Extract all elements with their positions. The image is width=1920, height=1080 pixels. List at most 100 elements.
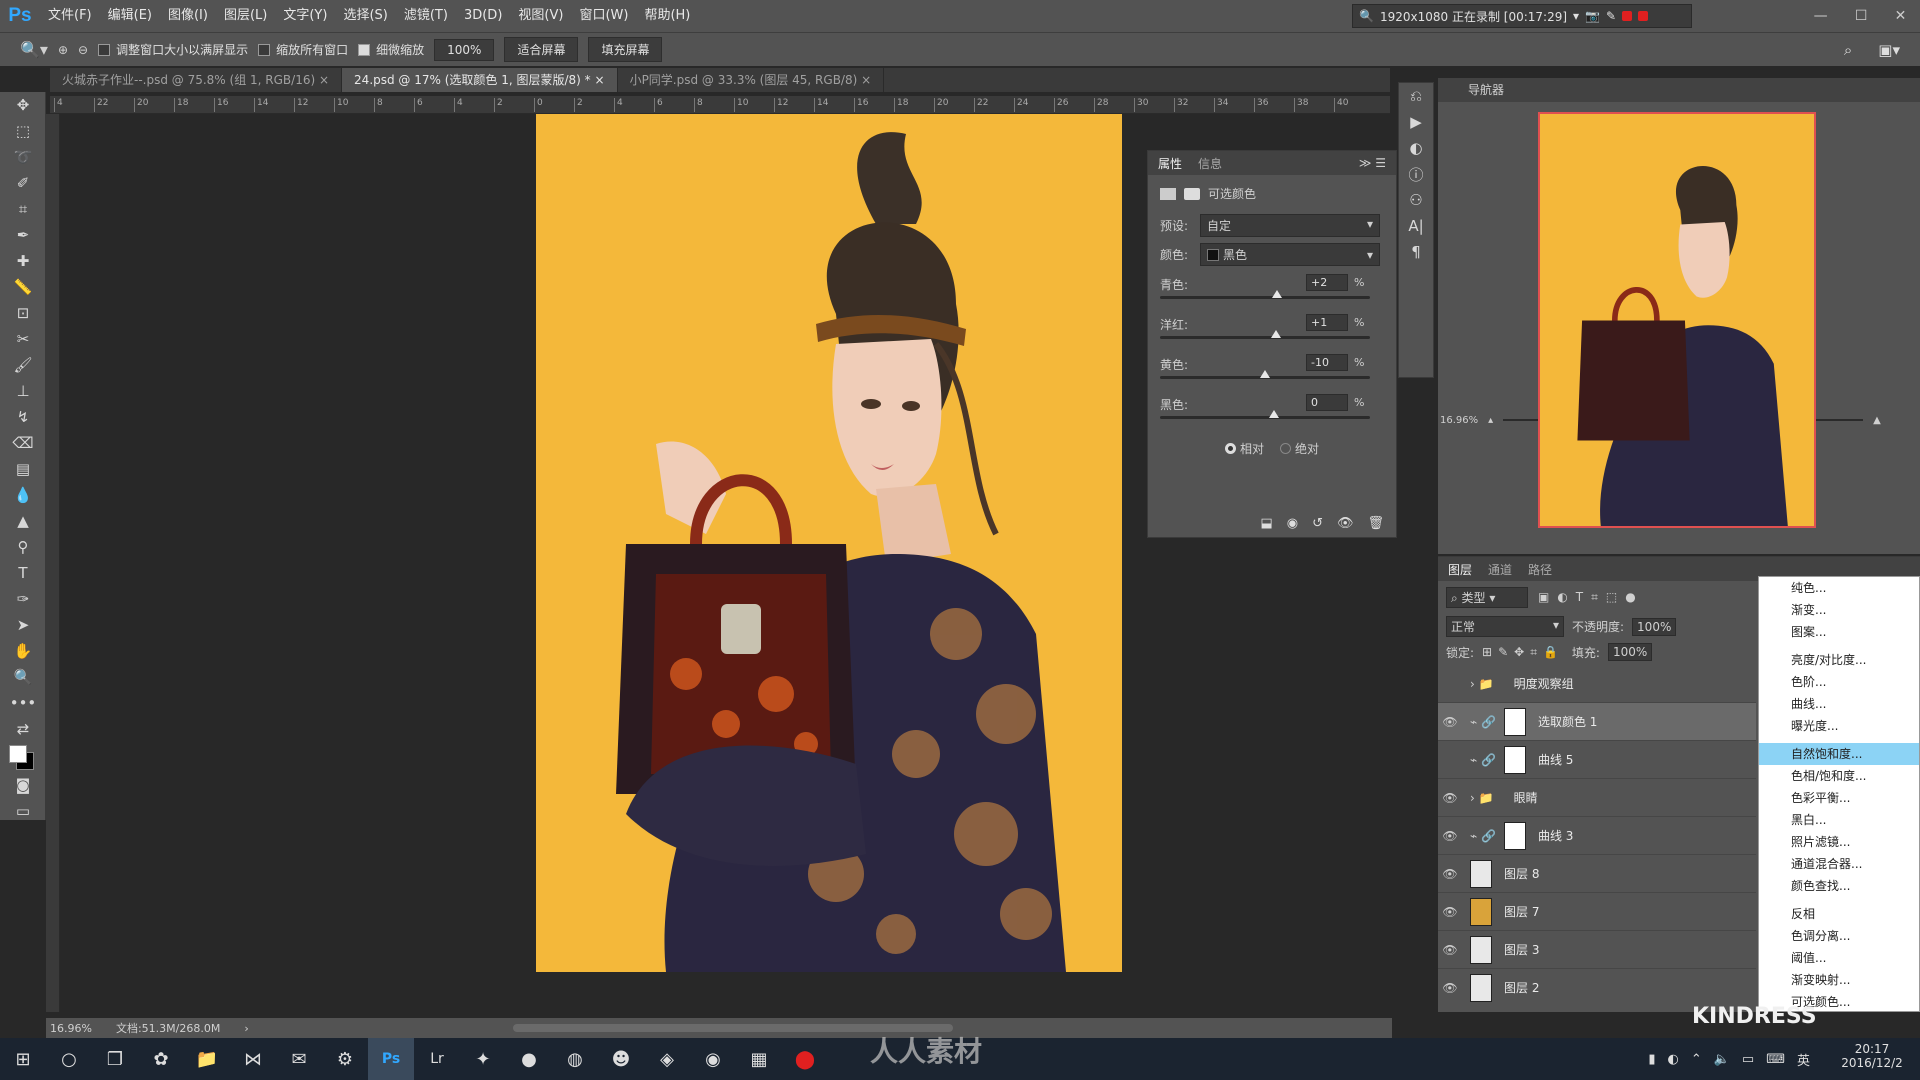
blur-tool-icon[interactable]: 💧 — [0, 482, 46, 508]
zoom-100-button[interactable]: 100% — [434, 38, 495, 61]
windows-start-icon[interactable]: ⊞ — [0, 1038, 46, 1080]
layer-row[interactable]: › 📁 明度观察组 — [1438, 665, 1756, 703]
adjustment-menu-item[interactable]: 照片滤镜... — [1759, 831, 1919, 853]
opacity-input[interactable]: 100% — [1632, 617, 1677, 636]
history-icon[interactable]: ⎌ — [1399, 83, 1433, 109]
move-tool-icon[interactable]: ✥ — [0, 92, 46, 118]
adjustment-menu-item[interactable]: 自然饱和度... — [1759, 743, 1919, 765]
menu-item-6[interactable]: 滤镜(T) — [396, 0, 456, 32]
ruler-tool-icon[interactable]: 📏 — [0, 274, 46, 300]
layer-row[interactable]: 👁 ⌁ 🔗 曲线 3 — [1438, 817, 1756, 855]
tab-paths[interactable]: 路径 — [1528, 561, 1552, 578]
pen-icon[interactable]: ✎ — [1606, 9, 1616, 23]
app-icon[interactable]: ◉ — [690, 1038, 736, 1080]
slider-knob[interactable] — [1271, 290, 1282, 298]
volume-icon[interactable]: 🔈 — [1714, 1052, 1730, 1067]
tab-document-3[interactable]: 小P同学.psd @ 33.3% (图层 45, RGB/8) × — [618, 68, 885, 92]
app-icon[interactable]: ◈ — [644, 1038, 690, 1080]
browser-icon[interactable]: ◍ — [552, 1038, 598, 1080]
task-view-icon[interactable]: ❐ — [92, 1038, 138, 1080]
close-icon[interactable]: × — [319, 73, 329, 87]
network-icon[interactable]: ◐ — [1667, 1052, 1678, 1067]
clone-source-icon[interactable]: ⚇ — [1399, 187, 1433, 213]
info-icon[interactable]: ⓘ — [1399, 161, 1433, 187]
visibility-eye-icon[interactable]: 👁 — [1438, 791, 1462, 805]
panel-menu-icon[interactable]: ≫ ☰ — [1359, 156, 1386, 170]
folder-icon[interactable]: 📁 — [184, 1038, 230, 1080]
menu-item-0[interactable]: 文件(F) — [40, 0, 100, 32]
layer-row[interactable]: 👁 › 📁 眼睛 — [1438, 779, 1756, 817]
screen-mode-icon[interactable]: ▭ — [0, 798, 46, 824]
tab-info[interactable]: 信息 — [1198, 155, 1222, 172]
menu-item-7[interactable]: 3D(D) — [456, 0, 510, 32]
search-icon[interactable]: ⌕ — [1844, 41, 1852, 59]
layer-row[interactable]: 👁 图层 3 — [1438, 931, 1756, 969]
tab-document-2[interactable]: 24.psd @ 17% (选取颜色 1, 图层蒙版/8) * × — [342, 68, 618, 92]
healing-brush-tool-icon[interactable]: ✚ — [0, 248, 46, 274]
quick-mask-icon[interactable]: ◙ — [0, 772, 46, 798]
layer-row[interactable]: 👁 图层 7 — [1438, 893, 1756, 931]
adjustment-menu-item[interactable]: 渐变... — [1759, 599, 1919, 621]
tab-channels[interactable]: 通道 — [1488, 561, 1512, 578]
hand-tool-icon[interactable]: ✋ — [0, 638, 46, 664]
record-icon[interactable]: ⬤ — [782, 1038, 828, 1080]
slider-track[interactable] — [1160, 336, 1370, 339]
close-icon[interactable]: × — [595, 73, 605, 87]
layer-name[interactable]: 图层 2 — [1504, 979, 1539, 996]
adjustment-menu-item[interactable]: 黑白... — [1759, 809, 1919, 831]
fill-input[interactable]: 100% — [1607, 643, 1653, 661]
marquee-tool-icon[interactable]: ⬚ — [0, 118, 46, 144]
pause-icon[interactable] — [1622, 11, 1633, 21]
layer-row[interactable]: 👁 图层 2 — [1438, 969, 1756, 1005]
menu-item-4[interactable]: 文字(Y) — [275, 0, 335, 32]
visibility-eye-icon[interactable]: 👁 — [1438, 943, 1462, 957]
slider-track[interactable] — [1160, 416, 1370, 419]
layer-thumbnail[interactable] — [1470, 897, 1492, 926]
sharpen-tool-icon[interactable]: ▲ — [0, 508, 46, 534]
menu-item-9[interactable]: 窗口(W) — [571, 0, 636, 32]
crop-tool-icon[interactable]: ⌗ — [0, 196, 46, 222]
brush-tool-icon[interactable]: 🖌 — [0, 352, 46, 378]
app-icon[interactable]: ✿ — [138, 1038, 184, 1080]
menu-item-8[interactable]: 视图(V) — [510, 0, 571, 32]
chevron-right-icon[interactable]: › — [244, 1022, 248, 1035]
lock-icons[interactable]: ⊞✎✥⌗🔒 — [1482, 645, 1564, 660]
eyedropper-tool-icon[interactable]: ✒ — [0, 222, 46, 248]
layer-row[interactable]: 👁 ⌁ 🔗 选取颜色 1 — [1438, 703, 1756, 741]
layer-thumbnail[interactable] — [1470, 859, 1492, 888]
adjustment-menu-item[interactable]: 图案... — [1759, 621, 1919, 643]
zoom-out-icon[interactable]: ⊖ — [78, 43, 88, 57]
visibility-eye-icon[interactable]: 👁 — [1438, 981, 1462, 995]
keyboard-icon[interactable]: ⌨ — [1766, 1052, 1785, 1067]
view-previous-icon[interactable]: ◉ — [1287, 516, 1298, 531]
navigator-zoom[interactable]: 16.96% — [1440, 415, 1478, 426]
visibility-eye-icon[interactable]: 👁 — [1438, 905, 1462, 919]
zoom-all-windows-checkbox[interactable]: 缩放所有窗口 — [258, 41, 348, 58]
history-brush-tool-icon[interactable]: ↯ — [0, 404, 46, 430]
zoom-tool-icon[interactable]: 🔍 — [0, 664, 46, 690]
zoom-in-icon[interactable]: ▲ — [1873, 415, 1881, 426]
slider-track[interactable] — [1160, 296, 1370, 299]
workspace-icon[interactable]: ▣▾ — [1878, 41, 1900, 59]
qq-icon[interactable]: ☻ — [598, 1038, 644, 1080]
visibility-eye-icon[interactable]: 👁 — [1438, 829, 1462, 843]
chevron-up-icon[interactable]: ⌃ — [1691, 1052, 1702, 1067]
slider-knob[interactable] — [1269, 410, 1280, 418]
photoshop-icon[interactable]: Ps — [368, 1038, 414, 1080]
layer-row[interactable]: ⌁ 🔗 曲线 5 — [1438, 741, 1756, 779]
eraser-tool-icon[interactable]: ⌫ — [0, 430, 46, 456]
visibility-eye-icon[interactable]: 👁 — [1438, 715, 1462, 729]
blend-mode-select[interactable]: 正常 ▾ — [1446, 616, 1564, 637]
layer-name[interactable]: 曲线 3 — [1538, 827, 1573, 844]
layer-name[interactable]: 曲线 5 — [1538, 751, 1573, 768]
folder-icon[interactable]: › 📁 — [1470, 677, 1494, 691]
color-swatches[interactable] — [0, 742, 46, 772]
slider-value-input[interactable]: 0 — [1306, 394, 1348, 411]
clip-to-layer-icon[interactable]: ⬓ — [1260, 516, 1272, 531]
adjustment-menu-item[interactable]: 反相 — [1759, 903, 1919, 925]
adjustment-menu-item[interactable]: 亮度/对比度... — [1759, 649, 1919, 671]
adjustment-menu-item[interactable]: 色相/饱和度... — [1759, 765, 1919, 787]
folder-icon[interactable]: › 📁 — [1470, 791, 1494, 805]
action-center-icon[interactable]: ▭ — [1742, 1052, 1754, 1067]
slider-value-input[interactable]: +2 — [1306, 274, 1348, 291]
